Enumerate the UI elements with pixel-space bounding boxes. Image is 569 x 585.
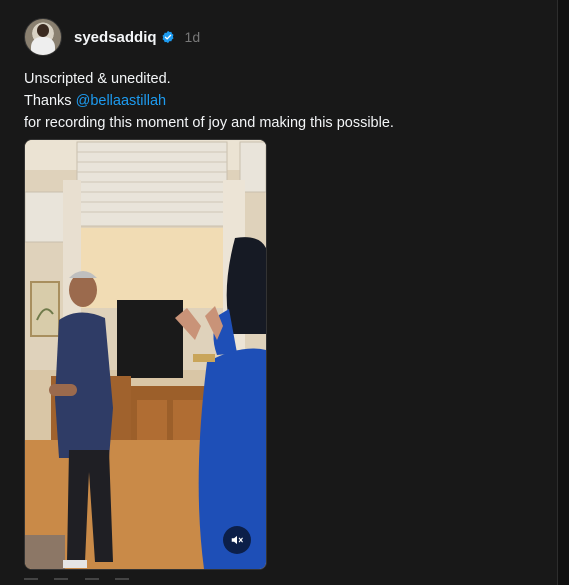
caption-line-3: for recording this moment of joy and mak… [24,115,394,131]
share-icon[interactable] [115,578,130,580]
speaker-muted-icon [231,535,243,545]
post-panel: syedsaddiq 1d Unscripted & unedited. Tha… [0,0,558,585]
username-link[interactable]: syedsaddiq [74,29,157,46]
video-frame [25,140,266,569]
caption-line-2: Thanks @bellaastillah [24,90,394,112]
avatar-head [37,24,49,37]
caption-thanks: Thanks [24,93,76,109]
caption-line-1: Unscripted & unedited. [24,71,171,87]
post-caption: Unscripted & unedited. Thanks @bellaasti… [24,68,394,134]
verified-badge-icon [162,30,174,44]
post-header: syedsaddiq 1d [24,18,200,56]
video-player[interactable] [24,139,267,570]
post-action-bar-partial [24,578,204,585]
comment-icon[interactable] [54,578,69,580]
avatar-body [31,37,55,55]
post-timestamp[interactable]: 1d [185,29,201,45]
mute-toggle-button[interactable] [223,526,251,554]
mention-link[interactable]: @bellaastillah [76,93,167,109]
like-icon[interactable] [24,578,38,580]
repost-icon[interactable] [84,578,99,580]
avatar[interactable] [24,18,62,56]
scrollbar-track[interactable] [558,0,569,585]
